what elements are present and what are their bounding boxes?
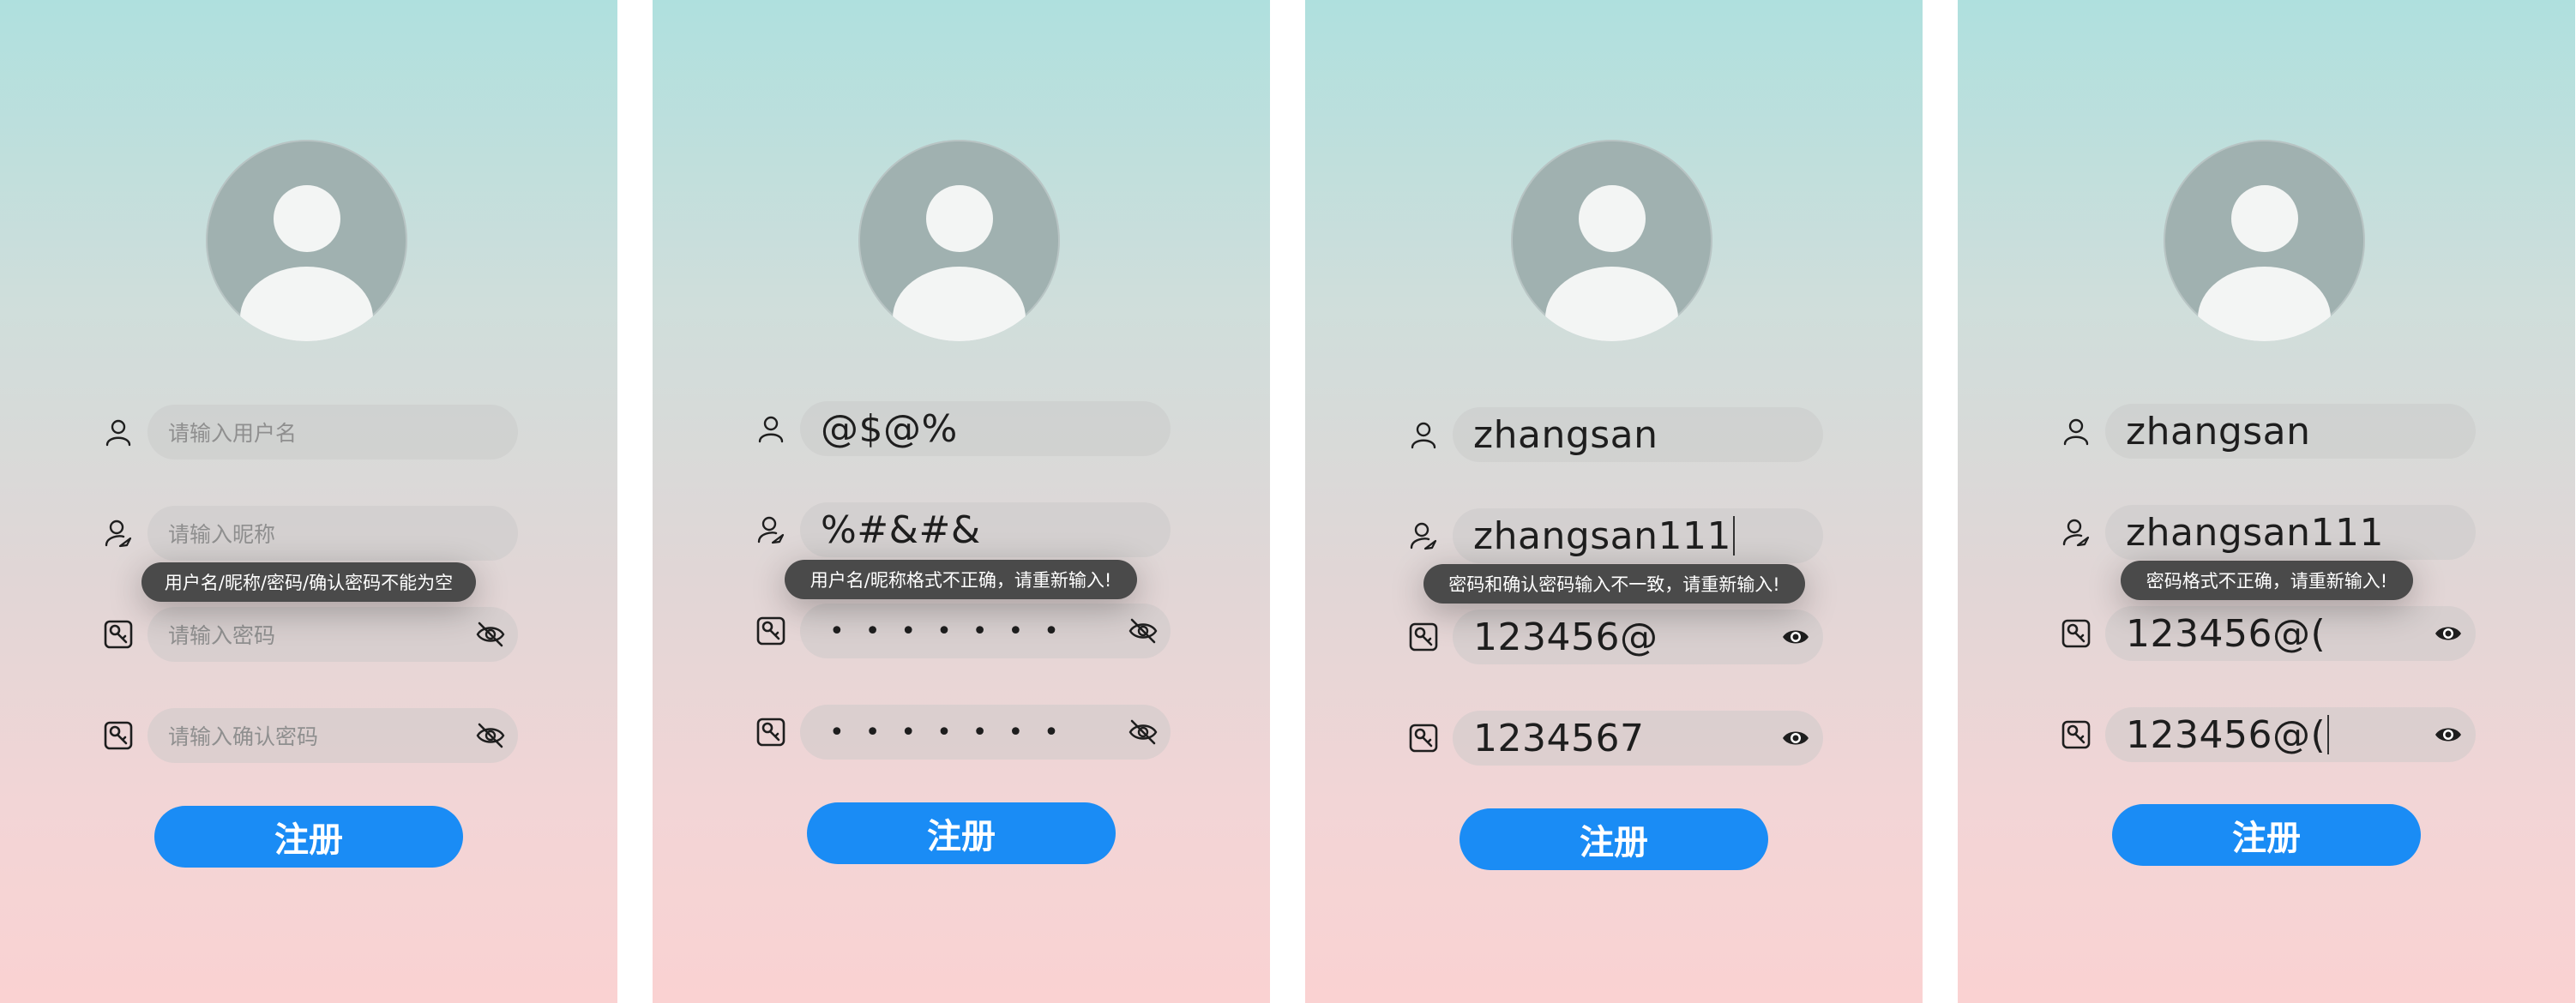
eye-icon[interactable] <box>2433 619 2464 648</box>
password-icon <box>1408 622 1439 652</box>
confirm-password-row: ••••••• <box>653 705 1270 760</box>
password-input[interactable]: 123456@( <box>2105 606 2476 661</box>
username-input[interactable]: 请输入用户名 <box>147 405 518 459</box>
user-edit-icon <box>755 514 786 545</box>
register-screen-4: zhangsan zhangsan111 123456@( 123456@( 密码格式不… <box>1958 0 2575 1003</box>
user-icon <box>103 417 134 447</box>
register-button[interactable]: 注册 <box>154 806 463 868</box>
user-icon <box>1408 419 1439 450</box>
confirm-password-row: 123456@( <box>1958 707 2575 762</box>
password-icon <box>103 720 134 751</box>
username-row: zhangsan <box>1305 407 1923 462</box>
input-value: @$@% <box>821 406 958 451</box>
error-toast: 密码和确认密码输入不一致，请重新输入! <box>1423 564 1805 604</box>
confirm-password-row: 请输入确认密码 <box>0 708 617 763</box>
nickname-row: zhangsan111 <box>1305 508 1923 563</box>
nickname-input[interactable]: %#&#& <box>800 502 1171 557</box>
password-input[interactable]: ••••••• <box>800 604 1171 658</box>
password-row: 请输入密码 <box>0 607 617 662</box>
nickname-input[interactable]: zhangsan111 <box>1453 508 1823 563</box>
nickname-input[interactable]: 请输入昵称 <box>147 506 518 561</box>
password-icon <box>755 616 786 646</box>
eye-icon[interactable] <box>1780 724 1811 753</box>
avatar-head <box>1579 185 1646 252</box>
username-row: 请输入用户名 <box>0 405 617 459</box>
password-row: 123456@( <box>1958 606 2575 661</box>
avatar-head <box>274 185 340 252</box>
input-value: ••••••• <box>829 616 1080 646</box>
text-cursor <box>2327 715 2330 754</box>
confirm-password-row: 1234567 <box>1305 711 1923 766</box>
user-icon <box>755 413 786 444</box>
error-toast: 密码格式不正确，请重新输入! <box>2121 561 2413 600</box>
confirm-password-input[interactable]: ••••••• <box>800 705 1171 760</box>
password-input[interactable]: 123456@ <box>1453 610 1823 664</box>
register-screen-3: zhangsan zhangsan111 123456@ 1234567 密码和确认密码… <box>1305 0 1923 1003</box>
eye-off-icon[interactable] <box>1128 718 1159 747</box>
register-button[interactable]: 注册 <box>2112 804 2421 866</box>
input-value: zhangsan111 <box>2126 510 2385 555</box>
input-placeholder: 请输入确认密码 <box>168 724 319 749</box>
input-value: 123456@( <box>2126 611 2326 656</box>
eye-icon[interactable] <box>1780 622 1811 652</box>
username-input[interactable]: zhangsan <box>1453 407 1823 462</box>
eye-off-icon[interactable] <box>475 721 506 750</box>
password-icon <box>2061 618 2091 649</box>
nickname-row: %#&#& <box>653 502 1270 557</box>
input-value: 123456@( <box>2126 712 2326 757</box>
input-value: ••••••• <box>829 717 1080 748</box>
input-value: 123456@ <box>1473 615 1658 659</box>
error-toast: 用户名/昵称格式不正确，请重新输入! <box>785 560 1137 599</box>
user-edit-icon <box>2061 517 2091 548</box>
password-input[interactable]: 请输入密码 <box>147 607 518 662</box>
username-input[interactable]: zhangsan <box>2105 404 2476 459</box>
password-icon <box>1408 723 1439 754</box>
input-placeholder: 请输入密码 <box>168 623 276 648</box>
input-value: zhangsan <box>2126 409 2311 453</box>
password-icon <box>755 717 786 748</box>
input-placeholder: 请输入昵称 <box>168 522 276 547</box>
nickname-row: zhangsan111 <box>1958 505 2575 560</box>
confirm-password-input[interactable]: 请输入确认密码 <box>147 708 518 763</box>
user-edit-icon <box>1408 520 1439 551</box>
error-toast: 用户名/昵称/密码/确认密码不能为空 <box>141 562 476 602</box>
text-cursor <box>1733 516 1736 556</box>
register-screen-2: @$@% %#&#& ••••••• ••••••• 用户名/昵称格式不正确，请重新输入… <box>653 0 1270 1003</box>
avatar-body <box>1545 267 1678 341</box>
avatar <box>206 140 407 341</box>
password-row: 123456@ <box>1305 610 1923 664</box>
avatar-head <box>926 185 993 252</box>
avatar <box>1511 140 1712 341</box>
confirm-password-input[interactable]: 123456@( <box>2105 707 2476 762</box>
input-value: 1234567 <box>1473 716 1645 760</box>
user-icon <box>2061 416 2091 447</box>
avatar-body <box>240 267 373 341</box>
avatar-body <box>2198 267 2331 341</box>
input-value: %#&#& <box>821 508 981 552</box>
avatar <box>858 140 1060 341</box>
register-button[interactable]: 注册 <box>1460 808 1768 870</box>
register-screen-1: 请输入用户名 请输入昵称请输入密码请输入确认密码 用户名/昵称/密码/确认密码不能为… <box>0 0 617 1003</box>
register-button[interactable]: 注册 <box>807 802 1116 864</box>
password-icon <box>103 619 134 650</box>
eye-off-icon[interactable] <box>1128 616 1159 646</box>
input-value: zhangsan <box>1473 412 1658 457</box>
avatar-head <box>2231 185 2298 252</box>
user-edit-icon <box>103 518 134 549</box>
input-placeholder: 请输入用户名 <box>168 421 298 446</box>
confirm-password-input[interactable]: 1234567 <box>1453 711 1823 766</box>
avatar <box>2164 140 2365 341</box>
username-input[interactable]: @$@% <box>800 401 1171 456</box>
eye-off-icon[interactable] <box>475 620 506 649</box>
avatar-body <box>893 267 1026 341</box>
password-row: ••••••• <box>653 604 1270 658</box>
nickname-row: 请输入昵称 <box>0 506 617 561</box>
username-row: @$@% <box>653 401 1270 456</box>
password-icon <box>2061 719 2091 750</box>
nickname-input[interactable]: zhangsan111 <box>2105 505 2476 560</box>
eye-icon[interactable] <box>2433 720 2464 749</box>
input-value: zhangsan111 <box>1473 514 1732 558</box>
username-row: zhangsan <box>1958 404 2575 459</box>
